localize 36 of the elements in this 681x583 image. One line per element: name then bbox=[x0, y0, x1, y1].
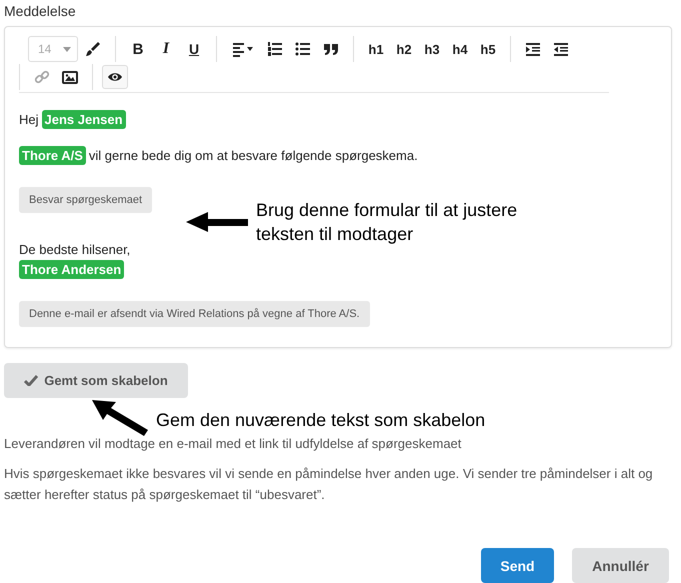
arrow-icon bbox=[92, 400, 148, 436]
heading-button[interactable]: h4 bbox=[447, 37, 473, 61]
body-text: De bedste hilsener, bbox=[19, 242, 130, 256]
italic-button[interactable]: I bbox=[153, 37, 179, 61]
cancel-button[interactable]: Annullér bbox=[572, 548, 669, 583]
reminder-text: Hvis spørgeskemaet ikke besvares vil vi sende en påmindelse hver anden uge. Vi sender tre påmindelser i alt og sætter herefter status på spørgeskemaet til “ubesvaret”. bbox=[4, 465, 654, 504]
info-text: Leverandøren vil modtage en e-mail med et link til udfyldelse af spørgeskemaet bbox=[4, 436, 462, 451]
brush-icon bbox=[85, 41, 101, 57]
body-text: Hej bbox=[19, 112, 39, 126]
preview-button[interactable] bbox=[102, 65, 128, 89]
heading-button[interactable]: h5 bbox=[475, 37, 501, 61]
arrow-icon bbox=[186, 211, 248, 233]
body-text: vil gerne bede dig om at besvare følgende spørgeskema. bbox=[88, 148, 418, 162]
bullet-list-icon bbox=[295, 41, 311, 57]
heading-button[interactable]: h1 bbox=[363, 37, 389, 61]
send-button[interactable]: Send bbox=[481, 548, 554, 583]
bold-button[interactable]: B bbox=[125, 37, 151, 61]
highlighted-name: Thore Andersen bbox=[19, 260, 124, 278]
highlighted-name: Jens Jensen bbox=[42, 110, 126, 128]
highlighted-name: Thore A/S bbox=[19, 146, 86, 164]
caret-icon bbox=[63, 46, 71, 52]
indent-icon bbox=[525, 41, 541, 57]
annotation-text: Gem den nuværende tekst som skabelon bbox=[156, 410, 486, 431]
underline-button[interactable]: U bbox=[181, 37, 207, 61]
outdent-icon bbox=[553, 41, 569, 57]
image-icon bbox=[62, 69, 78, 85]
link-icon bbox=[34, 69, 50, 85]
heading-button[interactable]: h3 bbox=[419, 37, 445, 61]
align-icon bbox=[232, 41, 254, 57]
numbered-list-icon bbox=[267, 41, 283, 57]
field-label: Meddelelse bbox=[4, 3, 76, 19]
quote-icon bbox=[323, 41, 339, 57]
heading-button[interactable]: h2 bbox=[391, 37, 417, 61]
annotation-text: Brug denne formular til at justere teksten til modtager bbox=[256, 199, 518, 246]
save-template-button[interactable]: Gemt som skabelon bbox=[4, 363, 188, 398]
check-icon bbox=[24, 375, 38, 386]
